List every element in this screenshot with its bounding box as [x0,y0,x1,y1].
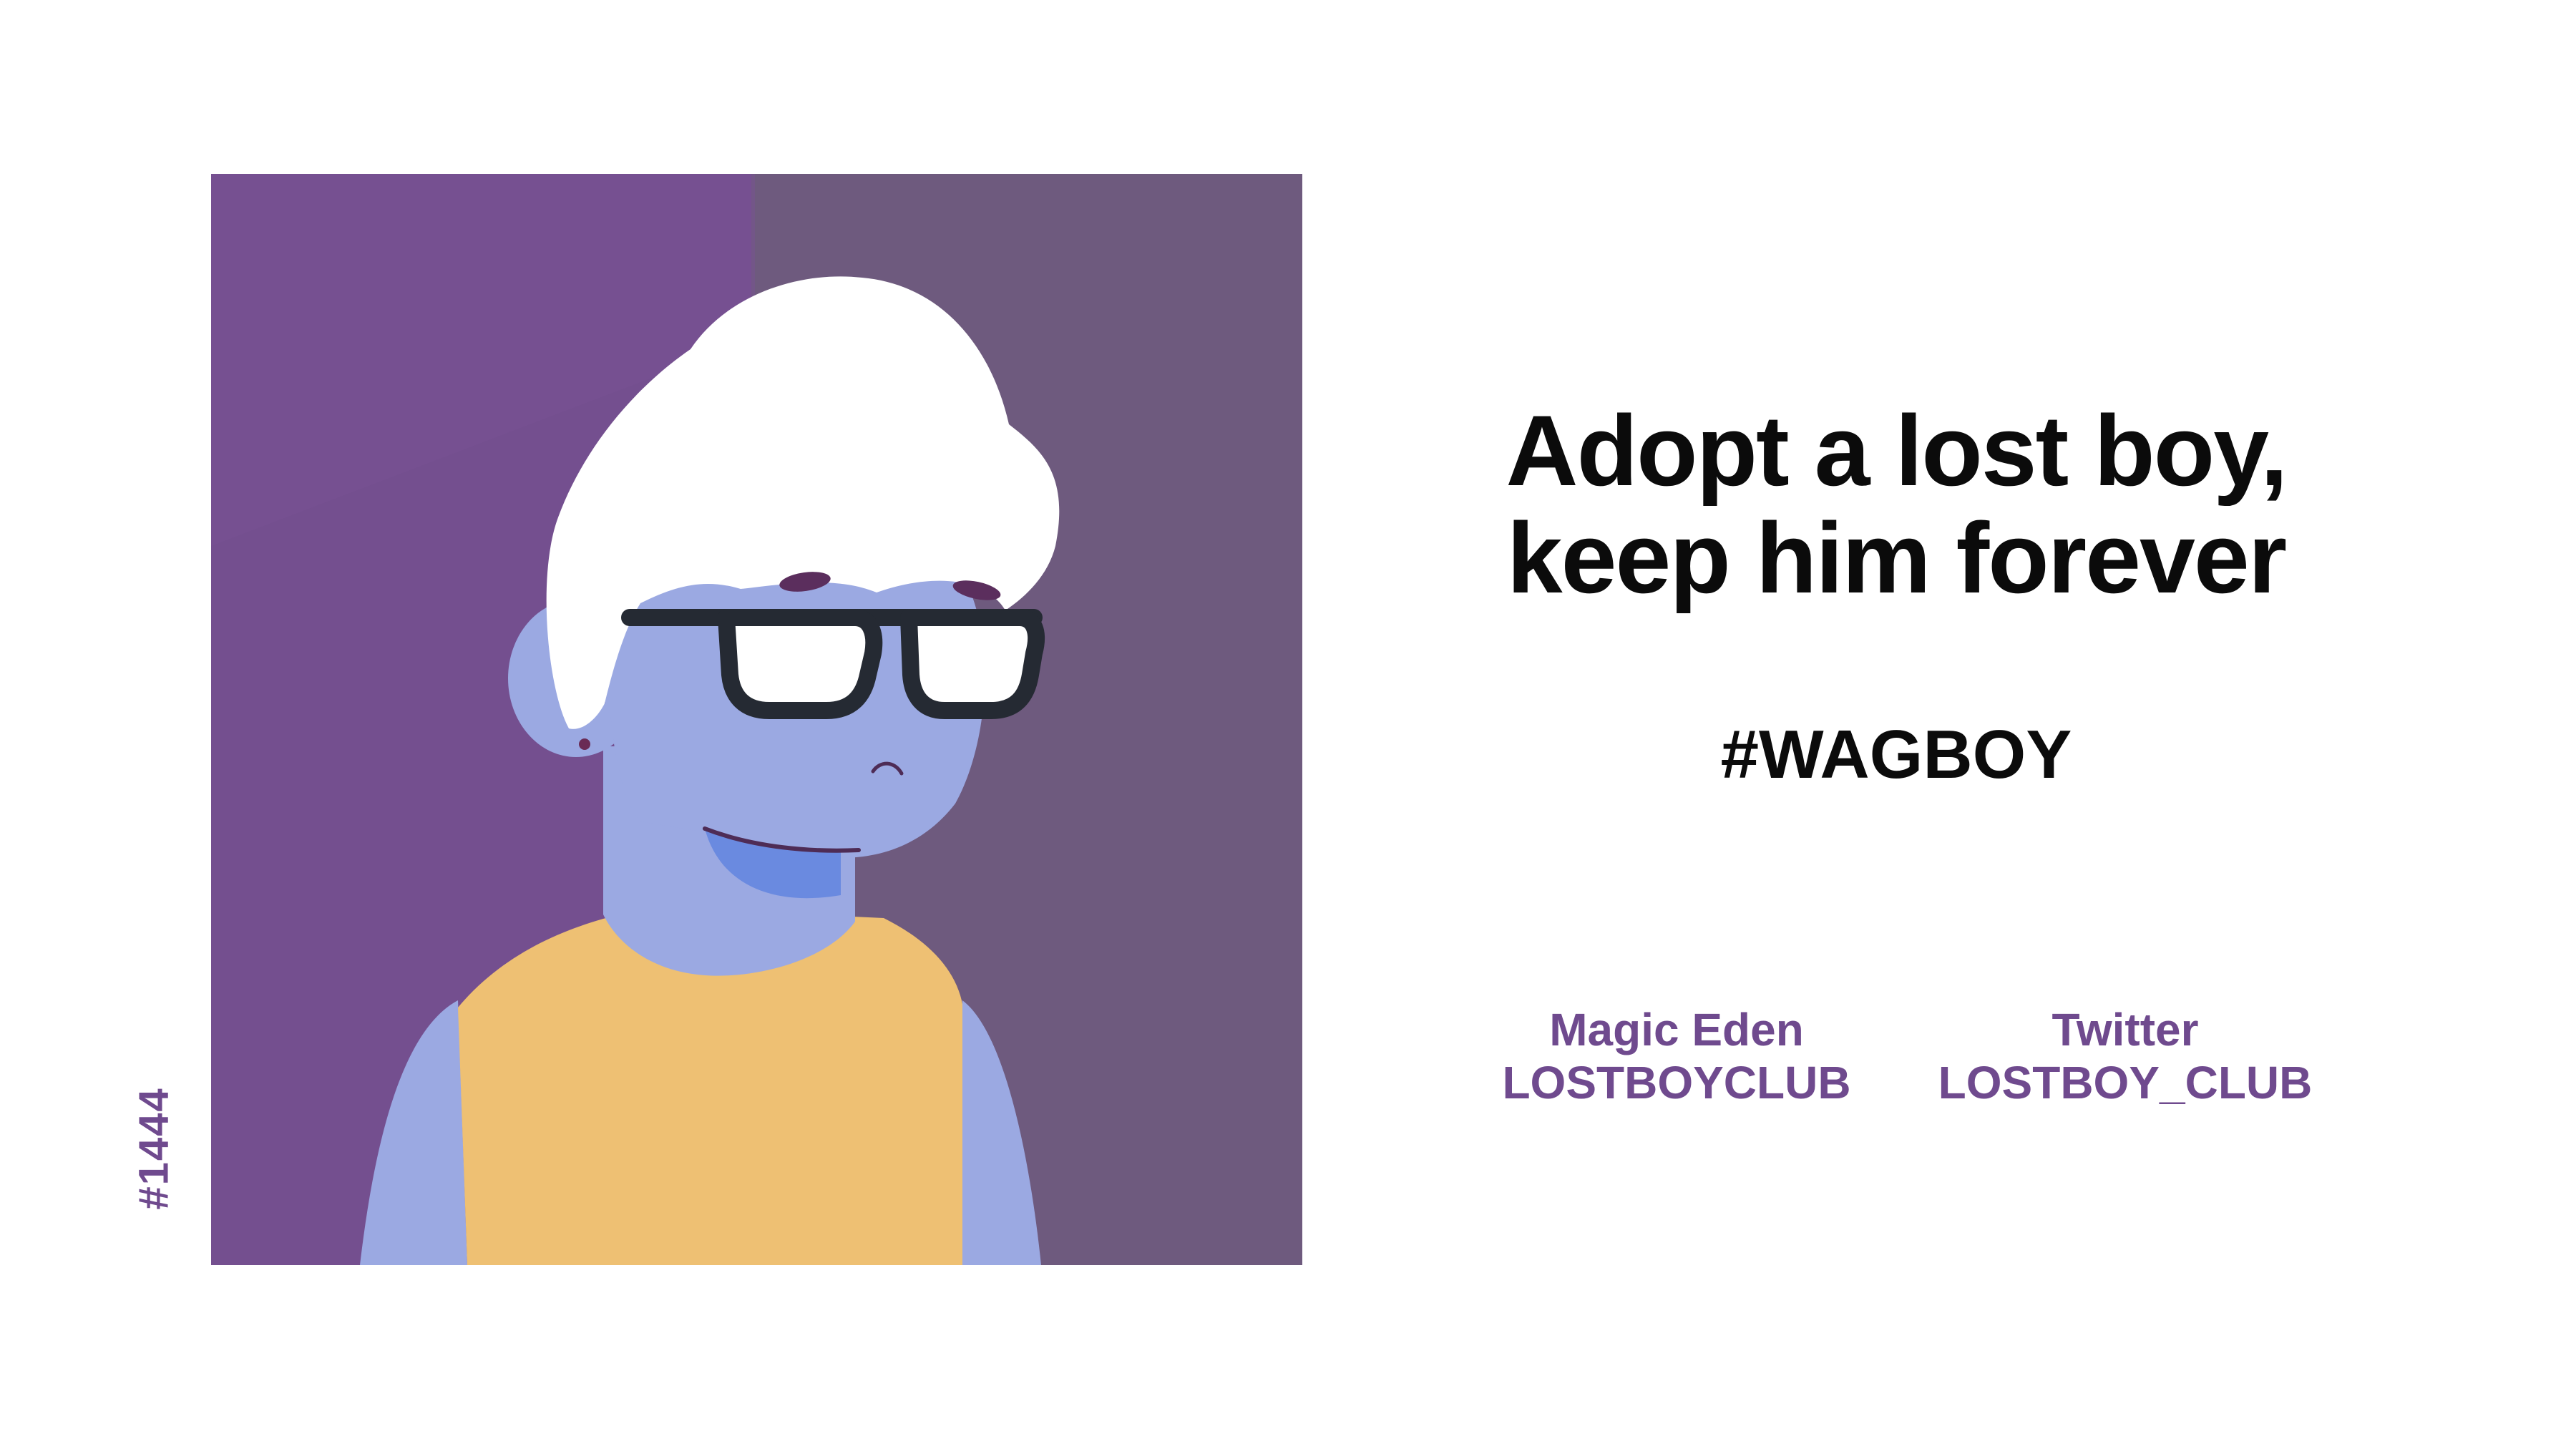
twitter-link: Twitter LOSTBOY_CLUB [1911,1003,2340,1109]
headline: Adopt a lost boy, keep him forever [1467,397,2326,612]
headline-line-1: Adopt a lost boy, [1506,394,2288,507]
magic-eden-link: Magic Eden LOSTBOYCLUB [1462,1003,1891,1109]
token-id-label: #1444 [130,1087,177,1210]
lost-boy-illustration [211,174,1302,1265]
magic-eden-handle: LOSTBOYCLUB [1502,1057,1851,1108]
hashtag: #WAGBOY [1720,716,2072,793]
nft-artwork [211,174,1302,1265]
earring [579,738,590,750]
headline-line-2: keep him forever [1506,502,2287,614]
magic-eden-label: Magic Eden [1549,1004,1804,1055]
twitter-handle: LOSTBOY_CLUB [1938,1057,2313,1108]
twitter-label: Twitter [2051,1004,2199,1055]
poster: #1444 Adopt a lost boy, keep him forever… [0,0,2576,1449]
